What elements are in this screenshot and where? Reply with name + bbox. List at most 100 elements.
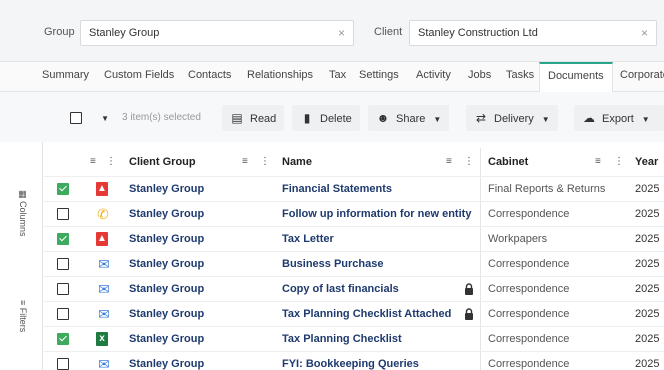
delivery-label: Delivery bbox=[494, 113, 534, 125]
delivery-arrows-icon: ⇄ bbox=[475, 111, 487, 125]
columns-label: Columns bbox=[18, 201, 28, 237]
cell-client-group[interactable]: Stanley Group bbox=[129, 227, 204, 252]
column-menu-icon[interactable]: ≡ bbox=[595, 148, 601, 176]
cell-cabinet: Final Reports & Returns bbox=[488, 183, 606, 195]
tab-documents[interactable]: Documents bbox=[539, 62, 613, 93]
table-row[interactable]: ✉ Stanley Group Tax Planning Checklist A… bbox=[44, 301, 664, 326]
read-button[interactable]: ▤ Read bbox=[222, 105, 285, 131]
row-checkbox[interactable] bbox=[57, 333, 69, 346]
excel-icon: x bbox=[96, 332, 108, 347]
tab-bar: Summary Custom Fields Contacts Relations… bbox=[0, 62, 664, 93]
column-more-icon[interactable]: ⋮ bbox=[260, 148, 270, 176]
table-row[interactable]: ✆ Stanley Group Follow up information fo… bbox=[44, 201, 664, 226]
phone-icon: ✆ bbox=[97, 206, 109, 223]
export-label: Export bbox=[602, 113, 634, 125]
cell-cabinet: Correspondence bbox=[488, 333, 570, 345]
column-more-icon[interactable]: ⋮ bbox=[464, 148, 474, 176]
client-field[interactable]: Stanley Construction Ltd × bbox=[409, 20, 657, 46]
cell-name[interactable]: Copy of last financials bbox=[282, 277, 399, 302]
cell-cabinet: Correspondence bbox=[488, 208, 570, 220]
column-more-icon[interactable]: ⋮ bbox=[106, 148, 116, 176]
tab-jobs[interactable]: Jobs bbox=[468, 62, 491, 92]
cell-name[interactable]: Tax Letter bbox=[282, 227, 334, 252]
delete-button[interactable]: ▮ Delete bbox=[292, 105, 360, 131]
column-menu-icon[interactable]: ≡ bbox=[90, 148, 96, 176]
cell-client-group[interactable]: Stanley Group bbox=[129, 202, 204, 227]
tab-summary[interactable]: Summary bbox=[42, 62, 89, 92]
table-row[interactable]: ✉ Stanley Group FYI: Bookkeeping Queries… bbox=[44, 351, 664, 370]
tab-tax[interactable]: Tax bbox=[329, 62, 346, 92]
chevron-down-icon: ▼ bbox=[641, 115, 650, 124]
cell-client-group[interactable]: Stanley Group bbox=[129, 177, 204, 202]
export-button[interactable]: ☁ Export ▼ bbox=[574, 105, 664, 131]
cell-name[interactable]: FYI: Bookkeeping Queries bbox=[282, 352, 419, 370]
tab-settings[interactable]: Settings bbox=[359, 62, 399, 92]
select-all-checkbox[interactable] bbox=[70, 112, 82, 125]
read-label: Read bbox=[250, 113, 277, 125]
column-menu-icon[interactable]: ≡ bbox=[242, 148, 248, 176]
cell-client-group[interactable]: Stanley Group bbox=[129, 327, 204, 352]
tab-tasks[interactable]: Tasks bbox=[506, 62, 534, 92]
trash-icon: ▮ bbox=[303, 111, 311, 125]
row-checkbox[interactable] bbox=[57, 308, 69, 321]
cell-year: 2025 bbox=[635, 258, 660, 270]
cell-name[interactable]: Tax Planning Checklist Attached bbox=[282, 302, 451, 327]
header-client-group[interactable]: Client Group bbox=[129, 148, 196, 176]
header-cabinet[interactable]: Cabinet bbox=[488, 148, 528, 176]
side-panel: ▦ Columns ≡ Filters bbox=[0, 142, 44, 370]
cell-client-group[interactable]: Stanley Group bbox=[129, 252, 204, 277]
row-checkbox[interactable] bbox=[57, 208, 69, 221]
tab-corporate[interactable]: Corporate bbox=[620, 62, 664, 92]
share-button[interactable]: ☻ Share ▼ bbox=[368, 105, 450, 131]
filters-label: Filters bbox=[18, 307, 28, 333]
pdf-icon: ▲ bbox=[96, 182, 108, 197]
cell-name[interactable]: Financial Statements bbox=[282, 177, 392, 202]
lock-icon bbox=[465, 308, 473, 320]
tab-relationships[interactable]: Relationships bbox=[247, 62, 313, 92]
header-name[interactable]: Name bbox=[282, 148, 312, 176]
cell-cabinet: Correspondence bbox=[488, 358, 570, 370]
cell-name[interactable]: Business Purchase bbox=[282, 252, 384, 277]
tab-custom-fields[interactable]: Custom Fields bbox=[104, 62, 174, 92]
share-label: Share bbox=[396, 113, 426, 125]
cell-year: 2025 bbox=[635, 233, 660, 245]
row-checkbox[interactable] bbox=[57, 233, 69, 246]
row-checkbox[interactable] bbox=[57, 358, 69, 370]
cell-client-group[interactable]: Stanley Group bbox=[129, 302, 204, 327]
cell-name[interactable]: Follow up information for new entity bbox=[282, 202, 471, 227]
cell-year: 2025 bbox=[635, 283, 660, 295]
tab-contacts[interactable]: Contacts bbox=[188, 62, 231, 92]
lock-icon bbox=[465, 283, 473, 295]
row-checkbox[interactable] bbox=[57, 183, 69, 196]
delivery-button[interactable]: ⇄ Delivery ▼ bbox=[466, 105, 558, 131]
row-checkbox[interactable] bbox=[57, 258, 69, 271]
table-row[interactable]: x Stanley Group Tax Planning Checklist C… bbox=[44, 326, 664, 351]
group-clear-icon[interactable]: × bbox=[338, 21, 345, 45]
table-row[interactable]: ▲ Stanley Group Financial Statements Fin… bbox=[44, 176, 664, 201]
filter-icon: ≡ bbox=[18, 300, 28, 306]
table-row[interactable]: ✉ Stanley Group Business Purchase Corres… bbox=[44, 251, 664, 276]
cell-client-group[interactable]: Stanley Group bbox=[129, 277, 204, 302]
cell-year: 2025 bbox=[635, 308, 660, 320]
columns-panel-tab[interactable]: ▦ Columns bbox=[17, 190, 28, 237]
client-label: Client bbox=[374, 26, 403, 38]
cell-year: 2025 bbox=[635, 183, 660, 195]
client-clear-icon[interactable]: × bbox=[641, 21, 648, 45]
table-row[interactable]: ✉ Stanley Group Copy of last financials … bbox=[44, 276, 664, 301]
row-checkbox[interactable] bbox=[57, 283, 69, 296]
email-icon: ✉ bbox=[98, 281, 110, 298]
group-field[interactable]: Stanley Group × bbox=[80, 20, 354, 46]
cell-cabinet: Correspondence bbox=[488, 283, 570, 295]
client-header: Group Stanley Group × Client Stanley Con… bbox=[0, 0, 664, 62]
email-icon: ✉ bbox=[98, 356, 110, 370]
client-value: Stanley Construction Ltd bbox=[418, 27, 538, 39]
table-row[interactable]: ▲ Stanley Group Tax Letter Workpapers 20… bbox=[44, 226, 664, 251]
select-all-dropdown[interactable]: ▼ bbox=[62, 105, 116, 131]
header-year[interactable]: Year bbox=[635, 148, 658, 176]
column-menu-icon[interactable]: ≡ bbox=[446, 148, 452, 176]
filters-panel-tab[interactable]: ≡ Filters bbox=[18, 300, 28, 332]
cell-client-group[interactable]: Stanley Group bbox=[129, 352, 204, 370]
column-more-icon[interactable]: ⋮ bbox=[614, 148, 624, 176]
cell-name[interactable]: Tax Planning Checklist bbox=[282, 327, 402, 352]
tab-activity[interactable]: Activity bbox=[416, 62, 451, 92]
